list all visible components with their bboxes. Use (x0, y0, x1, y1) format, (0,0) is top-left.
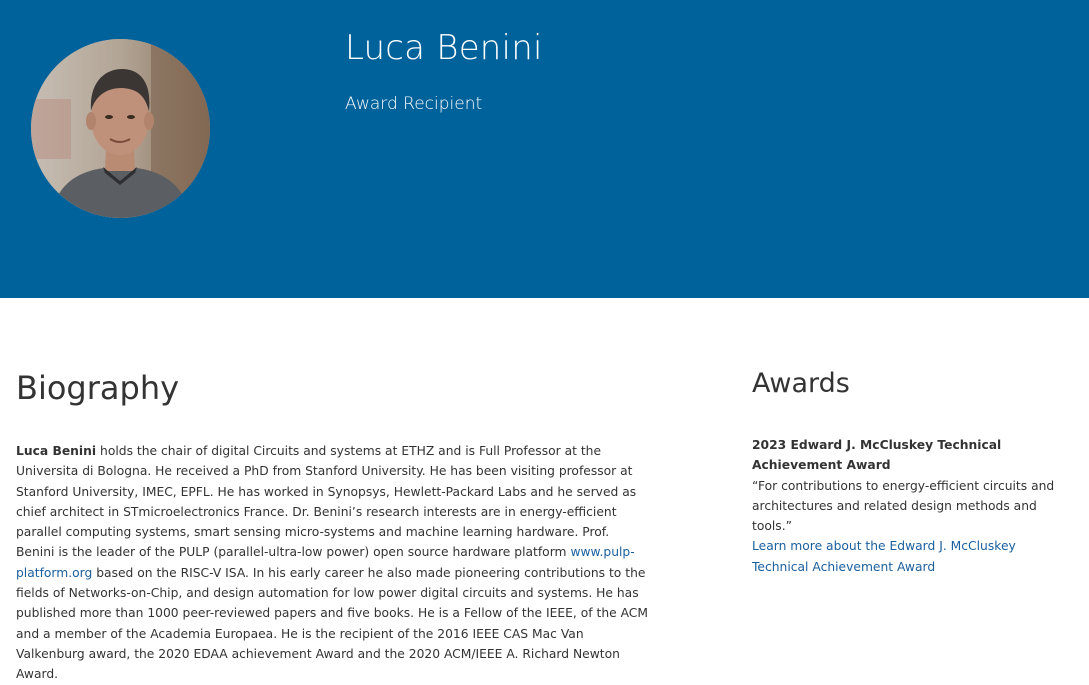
portrait-photo (31, 39, 210, 218)
biography-text-part-1: holds the chair of digital Circuits and … (16, 444, 637, 560)
awards-heading: Awards (752, 368, 850, 399)
award-learn-more-link[interactable]: Learn more about the Edward J. McCluskey… (752, 536, 1072, 577)
award-item: 2023 Edward J. McCluskey Technical Achie… (752, 435, 1072, 577)
award-citation: “For contributions to energy-efficient c… (752, 478, 1055, 534)
biography-heading: Biography (16, 369, 180, 407)
biography-name: Luca Benini (16, 444, 97, 458)
award-title: 2023 Edward J. McCluskey Technical Achie… (752, 438, 1002, 473)
profile-name: Luca Benini (345, 28, 543, 68)
profile-header-banner: Luca Benini Award Recipient (0, 0, 1089, 298)
profile-role: Award Recipient (345, 94, 483, 114)
biography-text: Luca Benini holds the chair of digital C… (16, 441, 650, 685)
avatar (31, 39, 210, 218)
biography-text-part-2: based on the RISC-V ISA. In his early ca… (16, 565, 648, 682)
